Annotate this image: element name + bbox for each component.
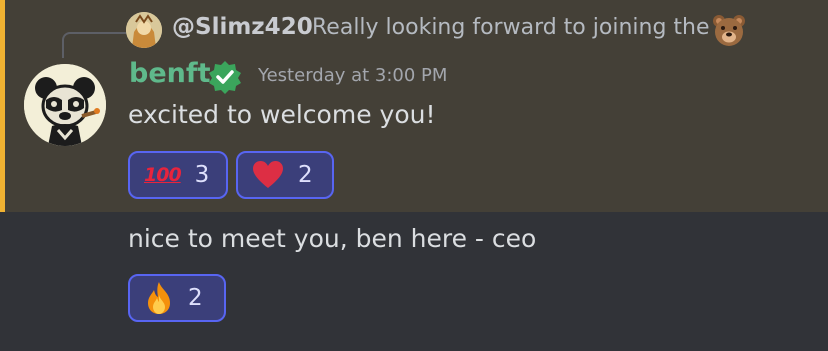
reply-username[interactable]: @Slimz420 [172,14,313,40]
reaction-fire[interactable]: 2 [128,274,226,322]
reaction-count: 2 [188,285,203,311]
reaction-hundred-points[interactable]: 100 3 [128,151,228,199]
reply-connector-line [62,32,126,58]
message-text: nice to meet you, ben here - ceo [128,224,537,253]
bear-face-icon [713,15,745,46]
hundred-points-icon: 100 [144,164,182,186]
mention-highlight-bar [0,0,5,212]
message-timestamp[interactable]: Yesterday at 3:00 PM [258,65,447,86]
reaction-red-heart[interactable]: 2 [236,151,334,199]
reply-preview-text[interactable]: Really looking forward to joining the [312,15,710,40]
message-author-name[interactable]: benft [129,58,211,89]
fire-icon [148,282,170,314]
message-text: excited to welcome you! [128,100,436,129]
reaction-count: 3 [194,162,210,188]
red-heart-icon [253,161,283,188]
reaction-count: 2 [298,162,313,188]
reply-avatar[interactable] [126,12,162,48]
avatar[interactable] [24,64,106,146]
verified-badge-icon [209,61,241,94]
